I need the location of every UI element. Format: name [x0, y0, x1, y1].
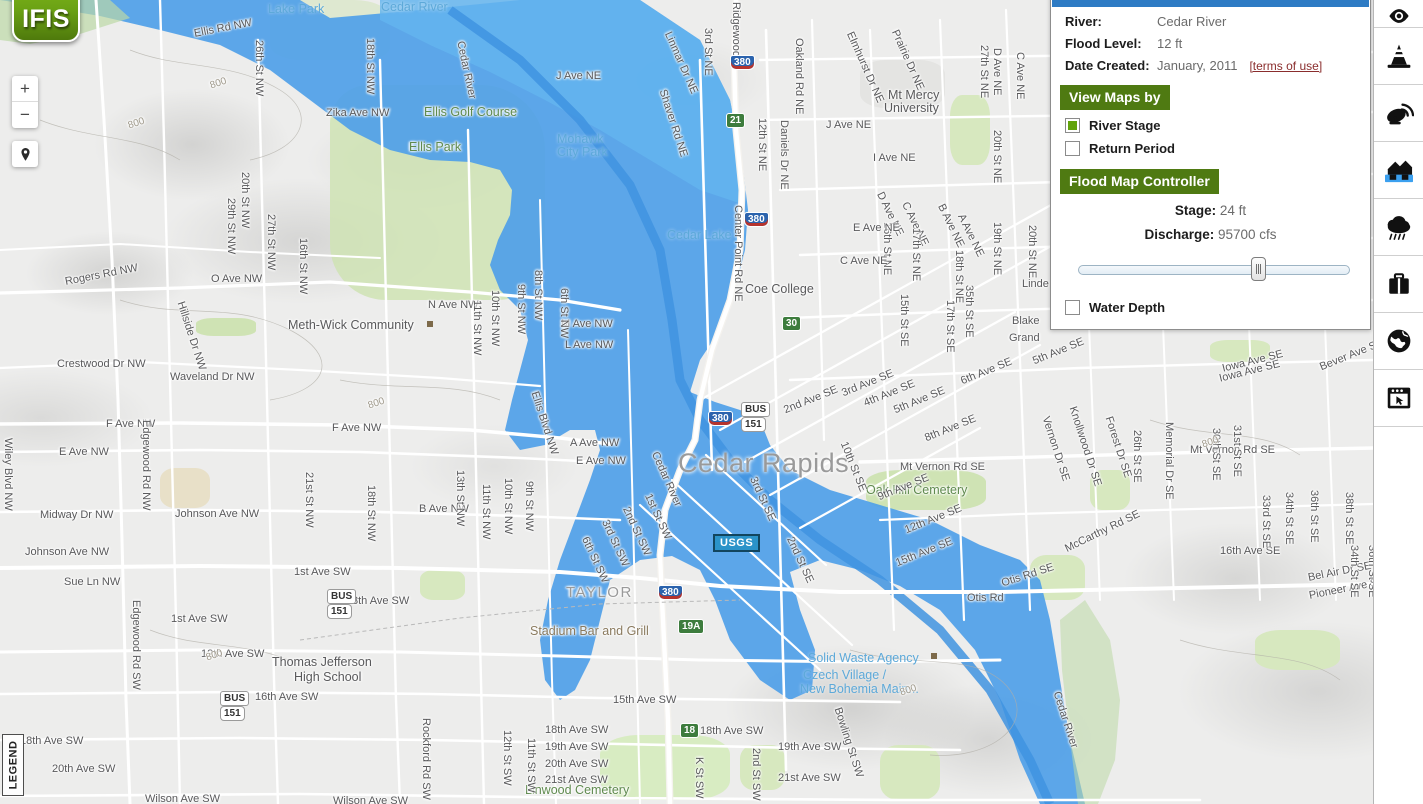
highway-shield: BUS — [741, 402, 771, 417]
stage-readout: Stage: 24 ft — [1051, 203, 1370, 218]
river-stage-checkbox[interactable] — [1065, 118, 1080, 133]
river-stage-label: River Stage — [1089, 118, 1161, 133]
eye-icon — [1388, 9, 1409, 23]
toolbar-item-view[interactable] — [1374, 0, 1423, 28]
discharge-label: Discharge: — [1144, 227, 1215, 242]
location-pin-icon — [20, 147, 30, 161]
locate-me-button[interactable] — [12, 141, 38, 167]
toolbar-item-base-map[interactable] — [1374, 313, 1423, 370]
return-period-checkbox[interactable] — [1065, 141, 1080, 156]
poi-marker — [427, 321, 433, 327]
return-period-label: Return Period — [1089, 141, 1175, 156]
right-toolbar — [1373, 0, 1423, 804]
traffic-cone-icon — [1387, 44, 1410, 68]
flood-level-value: 12 ft — [1157, 36, 1183, 51]
toolbar-item-precipitation[interactable] — [1374, 199, 1423, 256]
ifis-logo[interactable]: IFIS — [12, 0, 80, 42]
view-maps-by-header: View Maps by — [1060, 85, 1170, 110]
highway-shield: 151 — [327, 604, 352, 619]
legend-toggle-button[interactable]: LEGEND — [2, 734, 24, 796]
river-key: River: — [1065, 14, 1102, 29]
toolbar-item-flood-inundation-maps[interactable] — [1374, 142, 1423, 199]
date-created-value: January, 2011 — [1157, 58, 1238, 73]
zoom-control-group: + − — [12, 76, 38, 128]
toolbar-item-construction[interactable] — [1374, 28, 1423, 85]
info-row-flood-level: Flood Level: 12 ft — [1051, 36, 1370, 51]
highway-shield: 380 — [658, 585, 683, 600]
usgs-gauge-marker[interactable]: USGS — [713, 534, 761, 552]
water-depth-label: Water Depth — [1089, 300, 1166, 315]
poi-marker — [931, 653, 937, 659]
highway-shield: 151 — [741, 417, 766, 432]
river-value: Cedar River — [1157, 14, 1227, 29]
highway-shield: 30 — [782, 316, 802, 331]
satellite-dish-icon — [1386, 103, 1414, 125]
flood-level-key: Flood Level: — [1065, 36, 1142, 51]
stage-slider[interactable] — [1078, 257, 1350, 281]
briefcase-icon — [1388, 273, 1409, 294]
zoom-out-button[interactable]: − — [12, 102, 38, 128]
window-cursor-icon — [1387, 387, 1410, 409]
ifis-logo-text: IFIS — [22, 5, 70, 33]
discharge-readout: Discharge: 95700 cfs — [1051, 227, 1370, 242]
highway-shield: BUS — [220, 691, 250, 706]
highway-shield: 18 — [680, 723, 700, 738]
stage-label: Stage: — [1174, 203, 1217, 218]
highway-shield: 21 — [726, 113, 746, 128]
terms-of-use-link[interactable]: [terms of use] — [1249, 59, 1322, 73]
flood-map-controller-header: Flood Map Controller — [1060, 169, 1219, 194]
info-row-river: River: Cedar River — [1051, 14, 1370, 29]
highway-shield: 380 — [730, 55, 755, 70]
toolbar-item-tools[interactable] — [1374, 256, 1423, 313]
globe-icon — [1387, 329, 1410, 353]
checkbox-return-period[interactable]: Return Period — [1065, 141, 1370, 156]
highway-shield: 380 — [744, 212, 769, 227]
stage-value: 24 ft — [1219, 203, 1247, 218]
toolbar-item-window[interactable] — [1374, 370, 1423, 427]
panel-title-bar — [1052, 0, 1369, 7]
highway-shield: 380 — [708, 411, 733, 426]
rain-cloud-icon — [1387, 216, 1410, 240]
flooded-house-icon — [1384, 160, 1413, 183]
stage-slider-thumb[interactable] — [1250, 257, 1266, 281]
date-created-key: Date Created: — [1065, 58, 1150, 73]
info-row-date-created: Date Created: January, 2011 [terms of us… — [1051, 58, 1370, 73]
stage-slider-track[interactable] — [1078, 265, 1350, 275]
checkbox-water-depth[interactable]: Water Depth — [1065, 300, 1370, 315]
water-depth-checkbox[interactable] — [1065, 300, 1080, 315]
ifis-flood-map-application: Cedar Rapids TAYLOR Lake Park Cedar River… — [0, 0, 1423, 804]
legend-label: LEGEND — [7, 740, 19, 790]
zoom-in-button[interactable]: + — [12, 76, 38, 102]
checkbox-river-stage[interactable]: River Stage — [1065, 118, 1370, 133]
highway-shield: BUS — [327, 589, 357, 604]
highway-shield: 151 — [220, 706, 245, 721]
toolbar-item-radar[interactable] — [1374, 85, 1423, 142]
flood-map-info-panel: River: Cedar River Flood Level: 12 ft Da… — [1050, 0, 1371, 330]
discharge-value: 95700 cfs — [1218, 227, 1277, 242]
highway-shield: 19A — [678, 619, 705, 634]
